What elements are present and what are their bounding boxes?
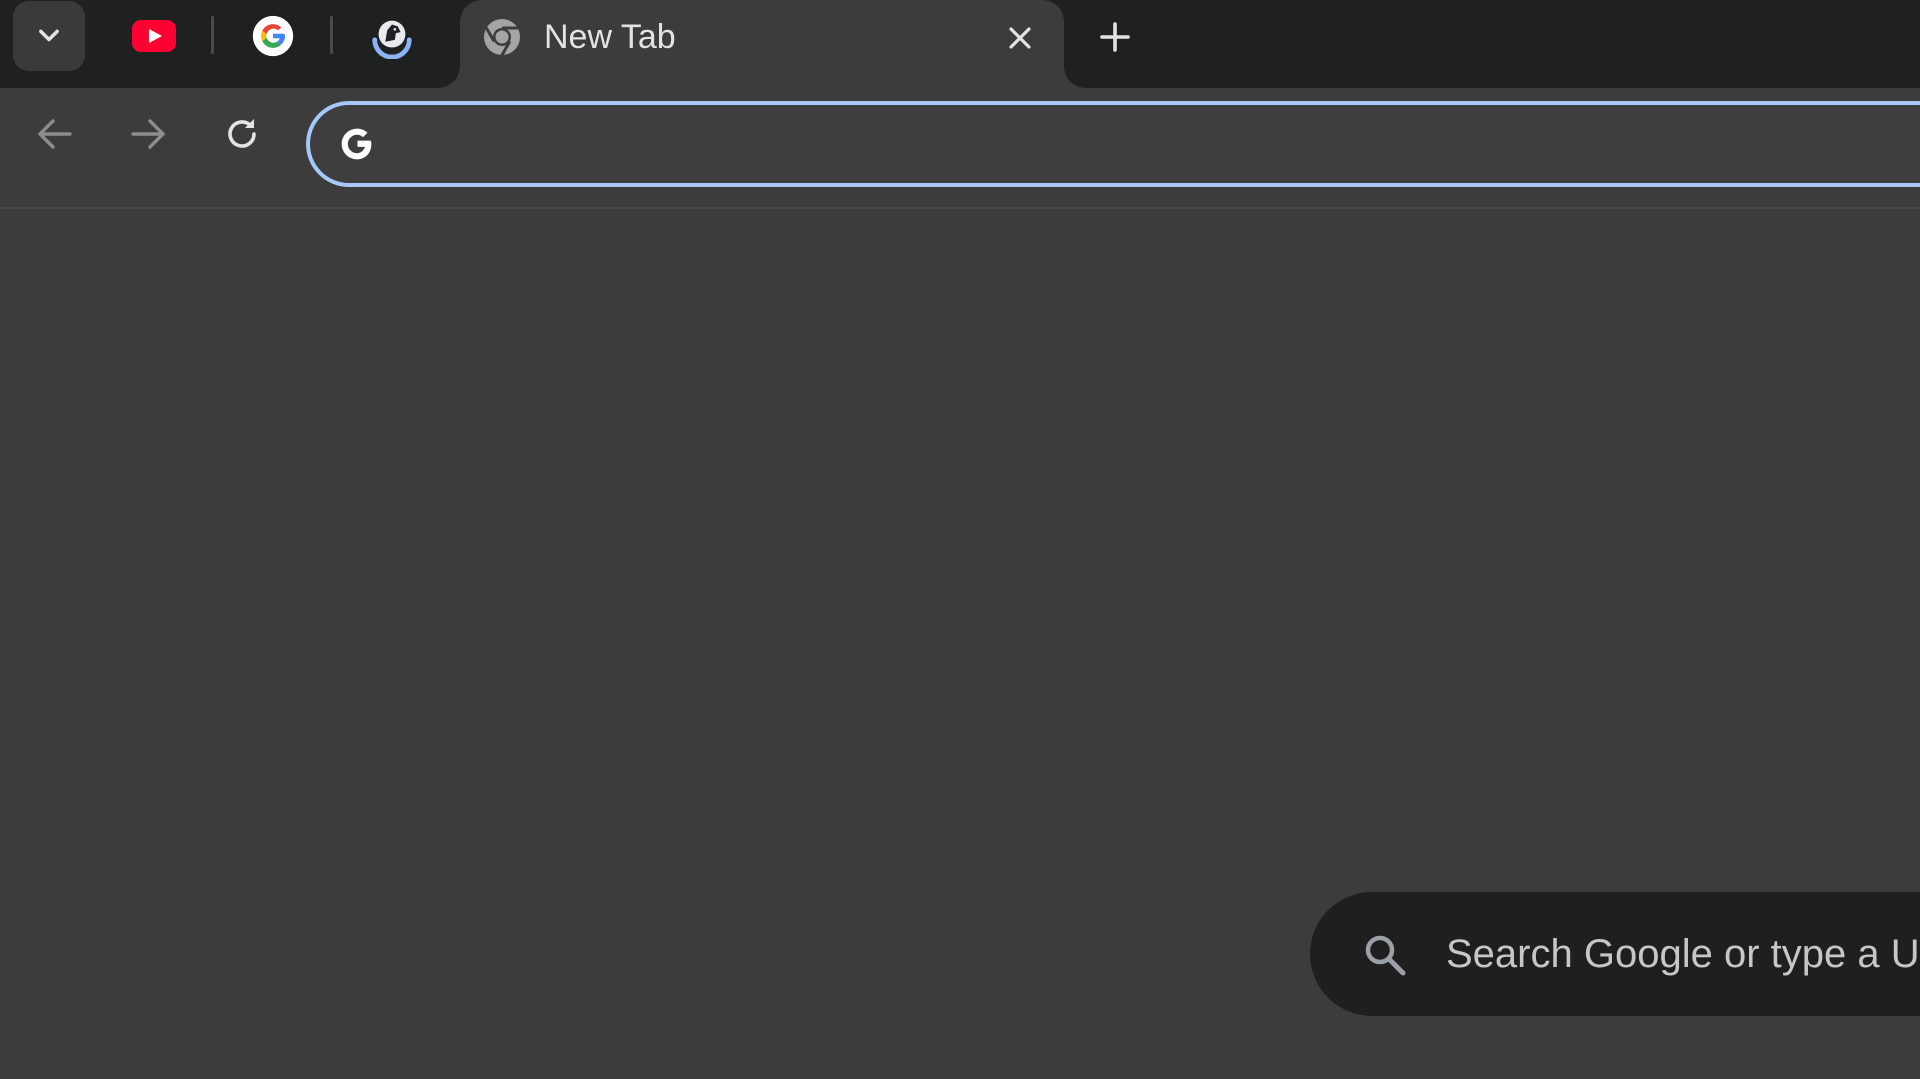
omnibox[interactable] xyxy=(306,101,1920,187)
forward-button[interactable] xyxy=(120,106,176,162)
search-icon xyxy=(1365,935,1406,976)
chrome-icon xyxy=(484,19,520,57)
chevron-down-icon xyxy=(39,29,59,42)
tab-search-button[interactable] xyxy=(13,1,85,71)
reload-icon xyxy=(228,119,256,148)
reload-button[interactable] xyxy=(214,106,270,162)
omnibox-input[interactable] xyxy=(402,115,1806,175)
back-button[interactable] xyxy=(27,106,83,162)
horse-logo-icon xyxy=(372,20,412,59)
pinned-tab-separator xyxy=(211,16,214,54)
tab-title: New Tab xyxy=(544,18,676,56)
toolbar-divider xyxy=(0,207,1920,209)
tab-strip: New Tab xyxy=(0,0,1920,88)
pinned-tab-youtube[interactable] xyxy=(110,8,198,64)
google-g-icon xyxy=(341,128,372,160)
arrow-right-icon xyxy=(131,119,165,149)
pinned-tab-horse[interactable] xyxy=(348,8,436,64)
pinned-tab-separator xyxy=(330,16,333,54)
google-icon xyxy=(252,15,294,57)
pinned-tab-google[interactable] xyxy=(229,8,317,64)
youtube-icon xyxy=(132,20,176,52)
toolbar xyxy=(0,88,1920,208)
close-icon xyxy=(1009,27,1031,49)
arrow-left-icon xyxy=(38,119,72,149)
tab-close-button[interactable] xyxy=(1000,18,1040,58)
ntp-search-box[interactable]: Search Google or type a U xyxy=(1310,892,1920,1016)
new-tab-button[interactable] xyxy=(1090,12,1140,62)
active-tab[interactable]: New Tab xyxy=(460,0,1064,88)
ntp-search-placeholder: Search Google or type a U xyxy=(1446,932,1920,976)
plus-icon xyxy=(1100,22,1130,52)
